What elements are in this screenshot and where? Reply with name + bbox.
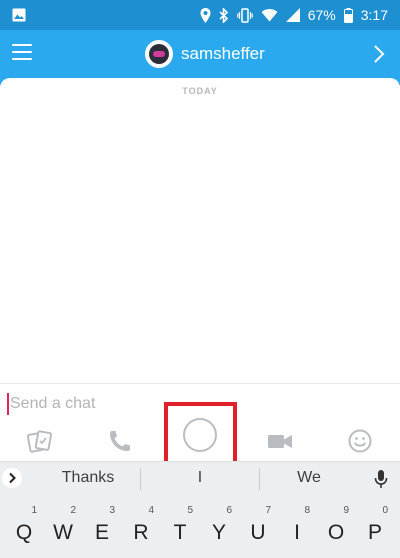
contact-username[interactable]: samsheffer bbox=[181, 44, 265, 64]
suggestion-divider bbox=[259, 468, 260, 490]
date-separator: TODAY bbox=[182, 86, 218, 96]
key-char: U bbox=[250, 521, 266, 544]
key-hint: 2 bbox=[70, 505, 76, 516]
phone-icon[interactable] bbox=[106, 427, 134, 455]
chat-header: samsheffer bbox=[0, 30, 400, 78]
battery-percent: 67% bbox=[307, 7, 336, 23]
sticker-smiley-icon[interactable] bbox=[346, 427, 374, 455]
key-t[interactable]: 5T bbox=[162, 503, 198, 555]
expand-toolbar-button[interactable] bbox=[2, 468, 22, 488]
microphone-icon[interactable] bbox=[374, 469, 388, 489]
key-char: R bbox=[133, 521, 149, 544]
key-char: T bbox=[173, 521, 187, 544]
key-r[interactable]: 4R bbox=[123, 503, 159, 555]
status-bar: 67% 3:17 bbox=[0, 0, 400, 30]
key-hint: 1 bbox=[31, 505, 37, 516]
wifi-icon bbox=[261, 9, 278, 22]
text-cursor bbox=[7, 393, 9, 415]
key-hint: 6 bbox=[226, 505, 232, 516]
key-y[interactable]: 6Y bbox=[201, 503, 237, 555]
memories-icon[interactable] bbox=[26, 427, 54, 455]
key-char: P bbox=[367, 521, 382, 544]
key-char: E bbox=[94, 521, 109, 544]
chat-input[interactable] bbox=[10, 392, 390, 416]
key-hint: 3 bbox=[109, 505, 115, 516]
vibrate-icon bbox=[236, 7, 253, 23]
status-icons: 67% 3:17 bbox=[200, 6, 388, 24]
key-q[interactable]: 1Q bbox=[6, 503, 42, 555]
key-o[interactable]: 9O bbox=[318, 503, 354, 555]
key-hint: 4 bbox=[148, 505, 154, 516]
battery-icon bbox=[343, 7, 353, 23]
key-w[interactable]: 2W bbox=[45, 503, 81, 555]
keyboard: 1Q 2W 3E 4R 5T 6Y 7U 8I 9O 0P bbox=[0, 495, 400, 558]
keyboard-suggestion-bar: Thanks I We bbox=[0, 461, 400, 495]
key-hint: 7 bbox=[265, 505, 271, 516]
key-i[interactable]: 8I bbox=[279, 503, 315, 555]
key-p[interactable]: 0P bbox=[357, 503, 393, 555]
key-hint: 9 bbox=[343, 505, 349, 516]
chat-messages-area[interactable] bbox=[0, 78, 400, 383]
camera-capture-button[interactable] bbox=[183, 418, 217, 452]
clock: 3:17 bbox=[360, 7, 388, 23]
bluetooth-icon bbox=[219, 7, 228, 23]
key-char: I bbox=[294, 521, 300, 544]
key-u[interactable]: 7U bbox=[240, 503, 276, 555]
avatar[interactable] bbox=[145, 40, 173, 68]
key-char: W bbox=[53, 521, 73, 544]
video-call-icon[interactable] bbox=[266, 427, 294, 455]
key-char: O bbox=[327, 521, 345, 544]
key-hint: 5 bbox=[187, 505, 193, 516]
suggestion-2[interactable]: I bbox=[150, 469, 250, 487]
image-notification-icon bbox=[12, 8, 26, 22]
suggestion-divider bbox=[140, 468, 141, 490]
key-hint: 8 bbox=[304, 505, 310, 516]
key-char: Q bbox=[15, 521, 33, 544]
signal-icon bbox=[285, 8, 300, 22]
chevron-right-icon[interactable] bbox=[372, 44, 386, 64]
contact-identity[interactable]: samsheffer bbox=[145, 39, 265, 69]
suggestion-1[interactable]: Thanks bbox=[40, 469, 136, 487]
key-char: Y bbox=[211, 521, 226, 544]
key-e[interactable]: 3E bbox=[84, 503, 120, 555]
chat-input-row bbox=[0, 383, 400, 423]
key-hint: 0 bbox=[382, 505, 388, 516]
menu-icon[interactable] bbox=[12, 44, 32, 64]
location-icon bbox=[200, 7, 211, 23]
chevron-right-icon bbox=[9, 472, 16, 484]
suggestion-3[interactable]: We bbox=[264, 469, 354, 487]
